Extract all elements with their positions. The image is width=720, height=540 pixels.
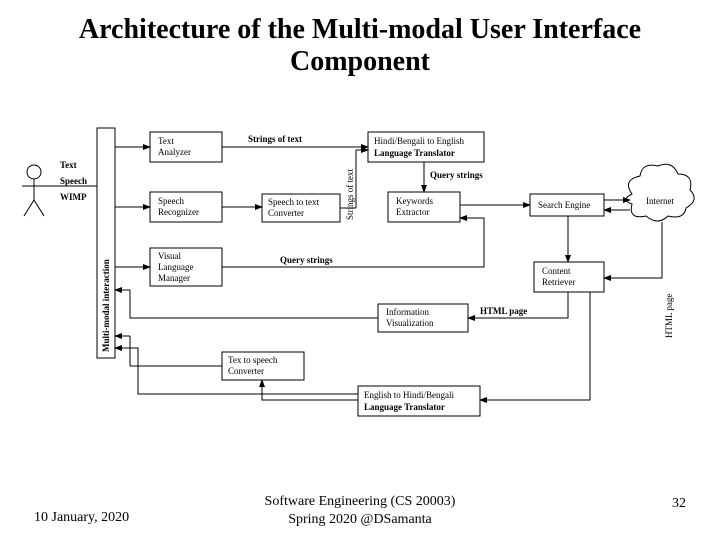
footer-center: Software Engineering (CS 20003) Spring 2… <box>0 493 720 528</box>
strings-of-text-v: Strings of text <box>345 169 355 220</box>
translator-in-l1: Hindi/Bengali to English <box>374 136 464 146</box>
translator-out-l1: English to Hindi/Bengali <box>364 390 454 400</box>
keywords-extractor-label: KeywordsExtractor <box>396 196 433 217</box>
internet-cloud <box>626 164 694 221</box>
query-strings-mid: Query strings <box>280 255 333 265</box>
translator-out-l2: Language Translator <box>364 402 445 412</box>
strings-of-text-h: Strings of text <box>248 134 302 144</box>
html-page-v: HTML page <box>664 294 674 338</box>
input-text-label: Text <box>60 160 77 170</box>
query-strings-top: Query strings <box>430 170 483 180</box>
input-speech-label: Speech <box>60 176 87 186</box>
architecture-diagram: Text Speech WIMP Multi-modal interaction… <box>0 90 720 490</box>
mmi-label: Multi-modal interaction <box>101 259 111 352</box>
footer-page-number: 32 <box>672 496 686 512</box>
html-page-h: HTML page <box>480 306 527 316</box>
content-retriever-label: ContentRetriever <box>542 266 575 287</box>
search-engine-label: Search Engine <box>538 200 590 210</box>
input-wimp-label: WIMP <box>60 192 87 202</box>
user-icon <box>22 165 46 216</box>
translator-in-l2: Language Translator <box>374 148 455 158</box>
page-title: Architecture of the Multi-modal User Int… <box>0 0 720 78</box>
info-viz-label: InformationVisualization <box>386 307 434 328</box>
internet-label: Internet <box>646 196 674 206</box>
